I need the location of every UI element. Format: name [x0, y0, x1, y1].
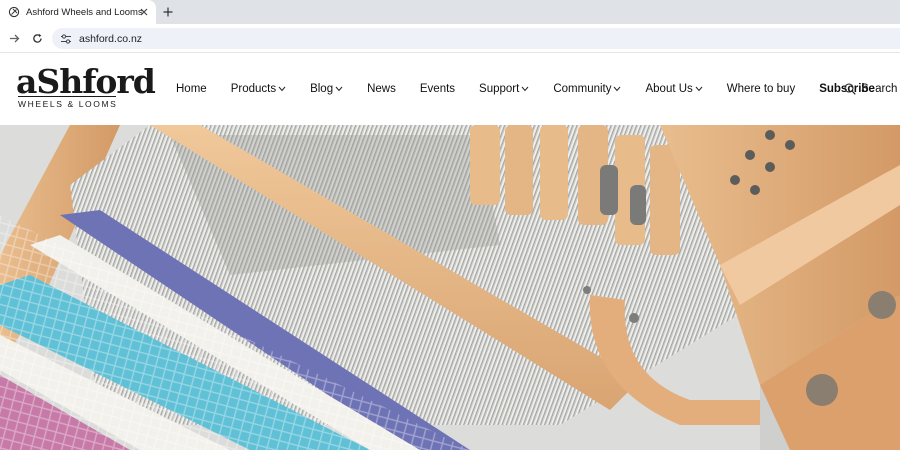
nav-about-us[interactable]: About Us: [645, 83, 703, 95]
search-icon: [844, 83, 856, 95]
hero-image: [0, 125, 900, 450]
close-icon[interactable]: [138, 6, 150, 18]
nav-products[interactable]: Products: [231, 83, 286, 95]
nav-news[interactable]: News: [367, 83, 396, 95]
nav-label: Home: [176, 83, 207, 95]
nav-community[interactable]: Community: [553, 83, 621, 95]
nav-label: Blog: [310, 83, 334, 95]
nav-label: Support: [479, 83, 520, 95]
arrow-right-icon[interactable]: [6, 30, 22, 46]
tune-icon[interactable]: [60, 33, 72, 45]
reload-icon[interactable]: [29, 30, 45, 46]
nav-label: About Us: [645, 83, 693, 95]
chevron-down-icon: [613, 86, 621, 92]
search-button[interactable]: Search: [844, 53, 897, 125]
nav-label: Community: [553, 83, 612, 95]
chevron-down-icon: [335, 86, 343, 92]
nav-where-to-buy[interactable]: Where to buy: [727, 83, 795, 95]
nav-events[interactable]: Events: [420, 83, 455, 95]
chevron-down-icon: [278, 86, 286, 92]
plus-icon[interactable]: [160, 4, 176, 20]
knob-upper: [868, 291, 896, 319]
browser-tabstrip: Ashford Wheels and Looms: [0, 0, 900, 24]
browser-toolbar: ashford.co.nz: [0, 24, 900, 53]
nav-home[interactable]: Home: [176, 83, 207, 95]
site-logo[interactable]: aShford WHEELS & LOOMS: [16, 62, 156, 114]
url-text: ashford.co.nz: [79, 32, 143, 45]
main-nav: Home Products Blog News Events Support C…: [176, 53, 875, 125]
search-label: Search: [861, 83, 898, 95]
chevron-down-icon: [695, 86, 703, 92]
nav-label: Products: [230, 83, 277, 95]
ashford-favicon-icon: [8, 6, 20, 18]
tab-title: Ashford Wheels and Looms: [26, 6, 143, 18]
nav-support[interactable]: Support: [479, 83, 529, 95]
browser-tab[interactable]: Ashford Wheels and Looms: [0, 0, 156, 24]
site-header: aShford WHEELS & LOOMS Home Products Blo…: [0, 53, 900, 125]
chevron-down-icon: [521, 86, 529, 92]
logo-tagline: WHEELS & LOOMS: [18, 99, 118, 109]
loom-illustration: [0, 125, 900, 450]
knob-lower: [806, 374, 838, 406]
address-bar[interactable]: ashford.co.nz: [52, 28, 900, 49]
logo-divider: [18, 96, 116, 97]
nav-blog[interactable]: Blog: [310, 83, 343, 95]
nav-label: News: [367, 83, 396, 95]
nav-label: Events: [419, 83, 456, 95]
nav-label: Where to buy: [726, 83, 796, 95]
